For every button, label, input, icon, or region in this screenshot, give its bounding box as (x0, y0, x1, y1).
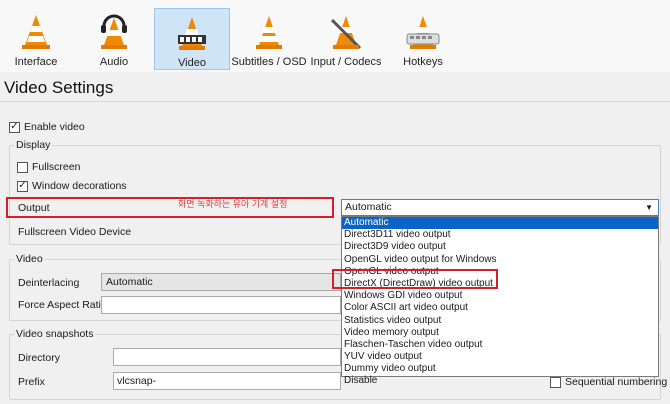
window-decorations-checkbox[interactable]: ✓ Window decorations (17, 180, 127, 192)
output-option[interactable]: Disable (342, 375, 658, 387)
directory-label: Directory (18, 352, 61, 364)
deinterlacing-select[interactable]: Automatic (101, 273, 341, 291)
video-cone-icon (178, 17, 206, 50)
handwritten-annotation: 화면 녹화하는 유아 기계 설정 (178, 199, 288, 209)
output-option[interactable]: Video memory output (342, 327, 658, 339)
vlc-cone-icon (22, 15, 50, 49)
video-group-title: Video (14, 253, 45, 265)
fullscreen-label: Fullscreen (32, 161, 81, 173)
output-option[interactable]: Color ASCII art video output (342, 302, 658, 314)
output-dropdown-list: Automatic Direct3D11 video output Direct… (341, 216, 659, 386)
tab-video-label: Video (178, 57, 206, 69)
fullscreen-device-label: Fullscreen Video Device (18, 226, 132, 238)
window-decorations-label: Window decorations (32, 180, 127, 192)
snapshots-group-title: Video snapshots (14, 328, 96, 340)
output-option[interactable]: Automatic (342, 217, 658, 230)
output-option[interactable]: Windows GDI video output (342, 290, 658, 302)
aspect-ratio-label: Force Aspect Ratio (18, 299, 107, 311)
aspect-ratio-input[interactable] (101, 296, 341, 314)
output-option[interactable]: Direct3D11 video output (342, 229, 658, 241)
fullscreen-checkbox[interactable]: Fullscreen (17, 161, 80, 173)
output-option[interactable]: Dummy video output (342, 363, 658, 375)
tab-subtitles-osd[interactable]: Subtitles / OSD (231, 8, 307, 70)
checkmark-icon: ✓ (17, 180, 28, 192)
category-toolbar: Interface Audio Video Subtitles / OSD In… (0, 0, 670, 72)
tab-interface-label: Interface (14, 56, 58, 68)
prefix-value: vlcsnap- (117, 375, 157, 387)
tab-hotkeys-label: Hotkeys (403, 56, 443, 68)
output-select[interactable]: Automatic ▼ (341, 199, 659, 216)
output-option[interactable]: YUV video output (342, 351, 658, 363)
output-select-value: Automatic (345, 201, 392, 213)
input-codecs-cone-icon (330, 16, 362, 50)
tab-subtitles-label: Subtitles / OSD (231, 56, 307, 68)
output-label: Output (18, 202, 50, 214)
tab-interface[interactable]: Interface (4, 8, 68, 70)
page-title: Video Settings (4, 78, 114, 97)
enable-video-checkbox[interactable]: ✓ Enable video (9, 121, 85, 133)
checkmark-icon: ✓ (9, 121, 20, 133)
output-option[interactable]: OpenGL video output for Windows (342, 254, 658, 266)
empty-checkbox-icon (17, 161, 28, 173)
hotkeys-cone-icon (406, 16, 440, 49)
output-option[interactable]: Statistics video output (342, 315, 658, 327)
deinterlacing-label: Deinterlacing (18, 277, 80, 289)
output-option[interactable]: Flaschen-Taschen video output (342, 339, 658, 351)
subtitles-cone-icon (256, 16, 282, 49)
tab-video[interactable]: Video (154, 8, 230, 70)
tab-input-label: Input / Codecs (310, 56, 382, 68)
output-option[interactable]: Direct3D9 video output (342, 241, 658, 253)
directx-highlight-box (332, 269, 498, 289)
tab-hotkeys[interactable]: Hotkeys (392, 8, 454, 70)
display-group-title: Display (14, 139, 53, 151)
tab-input-codecs[interactable]: Input / Codecs (310, 8, 382, 70)
enable-video-label: Enable video (24, 121, 85, 133)
audio-cone-icon (101, 14, 127, 49)
chevron-down-icon: ▼ (645, 203, 653, 212)
tab-audio-label: Audio (99, 56, 129, 68)
title-divider (0, 101, 670, 102)
directory-input[interactable] (113, 348, 341, 366)
deinterlacing-value: Automatic (106, 276, 153, 288)
tab-audio[interactable]: Audio (82, 8, 146, 70)
prefix-input[interactable]: vlcsnap- (113, 372, 341, 390)
prefix-label: Prefix (18, 376, 45, 388)
